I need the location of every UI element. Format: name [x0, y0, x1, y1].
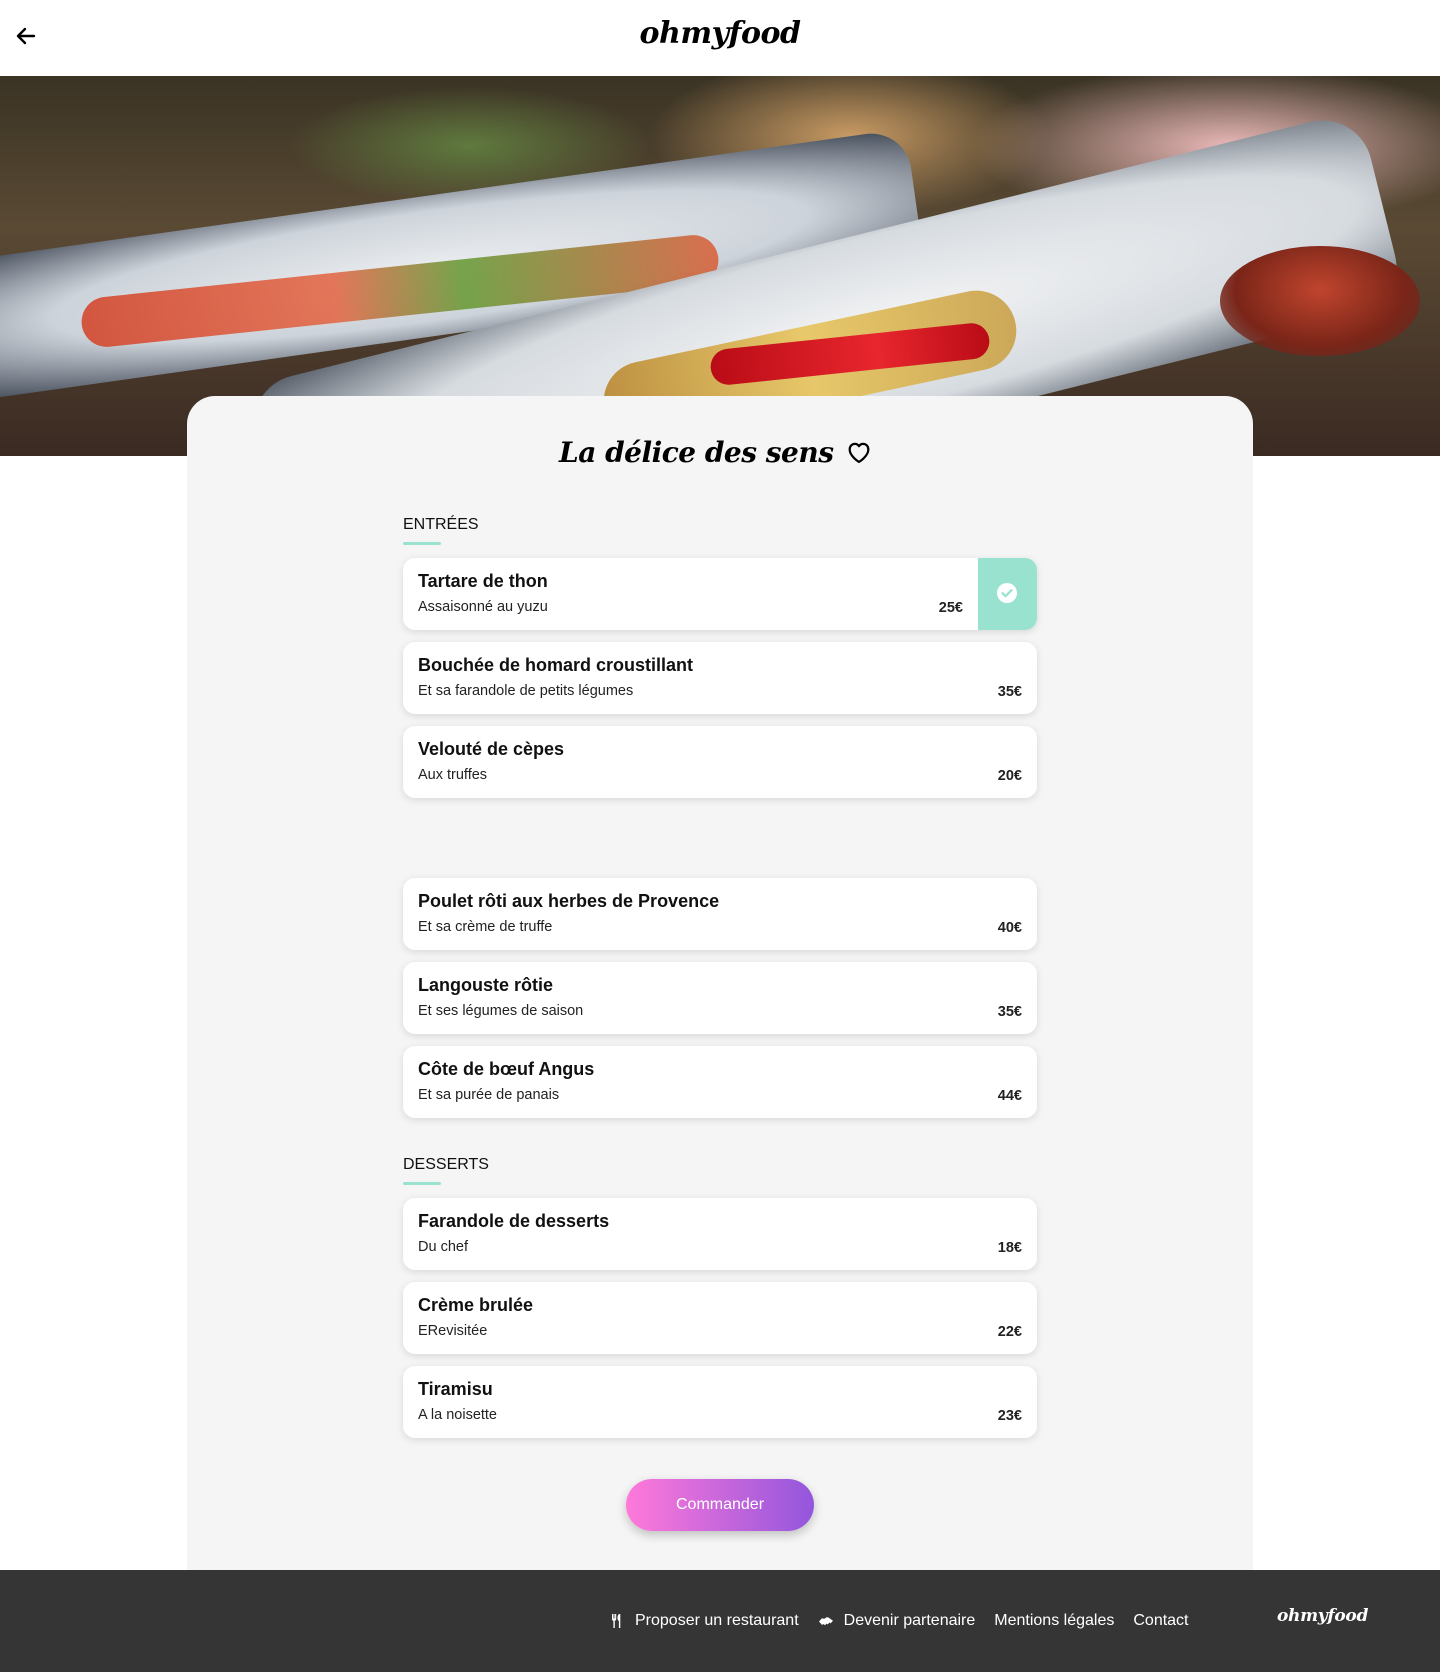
footer-link-label: Devenir partenaire [843, 1612, 976, 1629]
item-description: Et sa farandole de petits légumes [418, 683, 634, 699]
check-circle-icon [997, 583, 1017, 603]
section-underline [403, 1182, 441, 1185]
menu-item[interactable]: Farandole de desserts Du chef 18€ [403, 1198, 1037, 1270]
section-label-desserts: DESSERTS [403, 1156, 489, 1173]
heart-icon[interactable] [845, 438, 873, 466]
footer-links: Proposer un restaurant Devenir partenair… [609, 1570, 1208, 1672]
menu-item[interactable]: Crème brulée ERevisitée 22€ [403, 1282, 1037, 1354]
handshake-icon [818, 1617, 833, 1626]
item-price: 35€ [997, 684, 1022, 700]
menu-card: La délice des sens ENTRÉES Tartare de th… [187, 396, 1253, 1570]
section-underline [403, 542, 441, 545]
item-name: Crème brulée [418, 1295, 534, 1315]
footer-link-legal[interactable]: Mentions légales [994, 1612, 1114, 1630]
menu-item[interactable]: Tartare de thon Assaisonné au yuzu 25€ [403, 558, 1037, 630]
item-name: Tartare de thon [418, 571, 548, 591]
site-logo[interactable]: ohmyfood [0, 16, 1440, 51]
menu-item[interactable]: Langouste rôtie Et ses légumes de saison… [403, 962, 1037, 1034]
hero-bowl [1220, 246, 1420, 356]
menu-item[interactable]: Velouté de cèpes Aux truffes 20€ [403, 726, 1037, 798]
title-row: La délice des sens [187, 436, 1253, 476]
item-price: 22€ [997, 1324, 1022, 1340]
item-name: Velouté de cèpes [418, 739, 565, 759]
footer-link-become-partner[interactable]: Devenir partenaire [818, 1612, 976, 1630]
menu-item[interactable]: Côte de bœuf Angus Et sa purée de panais… [403, 1046, 1037, 1118]
footer-logo[interactable]: ohmyfood [1277, 1606, 1368, 1626]
item-price: 40€ [997, 920, 1022, 936]
item-name: Tiramisu [418, 1379, 493, 1399]
item-name: Bouchée de homard croustillant [418, 655, 694, 675]
footer-link-contact[interactable]: Contact [1133, 1612, 1188, 1630]
item-price: 20€ [997, 768, 1022, 784]
item-price: 44€ [997, 1088, 1022, 1104]
item-description: Du chef [418, 1239, 468, 1255]
footer-link-propose-restaurant[interactable]: Proposer un restaurant [609, 1612, 799, 1630]
menu-item[interactable]: Poulet rôti aux herbes de Provence Et sa… [403, 878, 1037, 950]
menu-item[interactable]: Bouchée de homard croustillant Et sa far… [403, 642, 1037, 714]
item-description: ERevisitée [418, 1323, 488, 1339]
menu-item[interactable]: Tiramisu A la noisette 23€ [403, 1366, 1037, 1438]
item-price: 25€ [938, 600, 963, 616]
item-description: Et ses légumes de saison [418, 1003, 584, 1019]
utensils-icon [612, 1614, 621, 1628]
footer: Proposer un restaurant Devenir partenair… [0, 1570, 1440, 1672]
order-button[interactable]: Commander [626, 1479, 814, 1531]
item-selected-panel [978, 558, 1037, 630]
item-price: 23€ [997, 1408, 1022, 1424]
footer-link-label: Contact [1133, 1612, 1189, 1629]
item-description: Aux truffes [418, 767, 488, 783]
restaurant-title: La délice des sens [559, 436, 834, 469]
item-price: 35€ [997, 1004, 1022, 1020]
item-name: Langouste rôtie [418, 975, 554, 995]
item-name: Côte de bœuf Angus [418, 1059, 595, 1079]
section-label-entrees: ENTRÉES [403, 516, 479, 533]
item-price: 18€ [997, 1240, 1022, 1256]
item-description: Et sa purée de panais [418, 1087, 560, 1103]
item-description: Et sa crème de truffe [418, 919, 553, 935]
footer-link-label: Proposer un restaurant [635, 1612, 799, 1629]
item-description: A la noisette [418, 1407, 497, 1423]
item-name: Farandole de desserts [418, 1211, 610, 1231]
item-description: Assaisonné au yuzu [418, 599, 548, 615]
header: ohmyfood [0, 0, 1440, 76]
footer-link-label: Mentions légales [994, 1612, 1115, 1629]
item-name: Poulet rôti aux herbes de Provence [418, 891, 720, 911]
